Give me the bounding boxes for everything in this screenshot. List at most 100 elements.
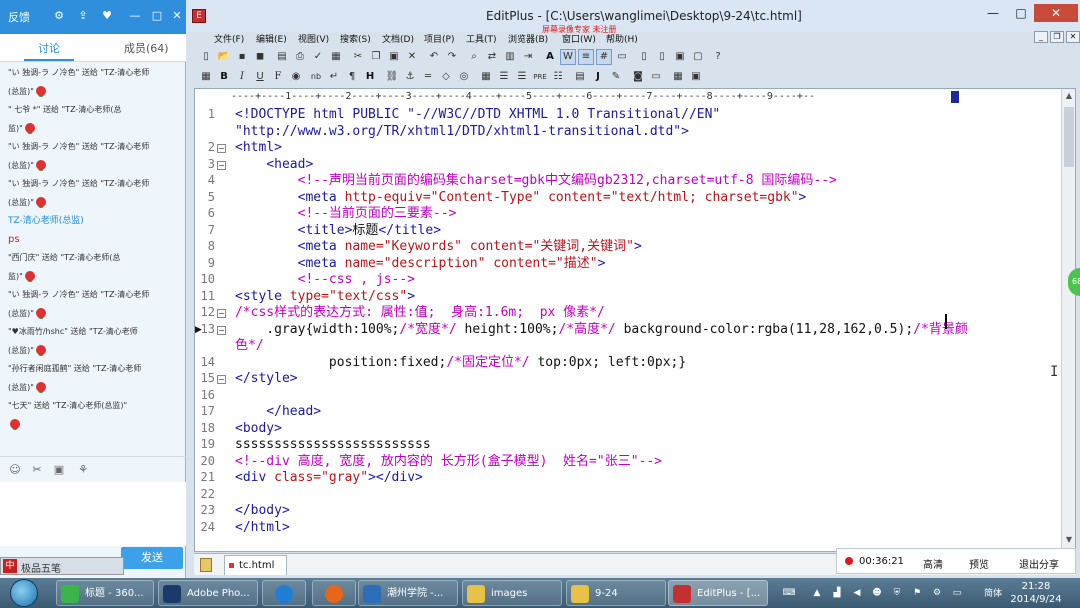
settings-icon[interactable]: ⚙ bbox=[930, 586, 944, 600]
taskbar-item[interactable]: Adobe Pho... bbox=[158, 580, 258, 606]
menu-edit[interactable]: 编辑(E) bbox=[256, 32, 287, 45]
code-line[interactable]: <!DOCTYPE html PUBLIC "-//W3C//DTD XHTML… bbox=[235, 107, 720, 123]
line-number-icon[interactable]: # bbox=[596, 49, 612, 65]
code-line[interactable]: /*css样式的表达方式: 属性:值; 身高:1.6m; px 像素*/ bbox=[235, 305, 605, 321]
code-line[interactable]: <html> bbox=[235, 140, 282, 156]
heading-icon[interactable]: H bbox=[362, 69, 378, 85]
code-line[interactable]: <style type="text/css"> bbox=[235, 289, 415, 305]
scissors-icon[interactable]: ✂ bbox=[30, 463, 44, 477]
code-line[interactable]: </style> bbox=[235, 371, 298, 387]
screen-icon[interactable]: ▭ bbox=[614, 49, 630, 65]
fold-toggle-icon[interactable]: − bbox=[217, 325, 226, 335]
br-icon[interactable]: ↵ bbox=[326, 69, 342, 85]
javascript-icon[interactable]: J bbox=[590, 69, 606, 85]
replace-icon[interactable]: ⇄ bbox=[484, 49, 500, 65]
script-icon[interactable]: ▭ bbox=[648, 69, 664, 85]
spellcheck-icon[interactable]: ✓ bbox=[310, 49, 326, 65]
toggle-view-icon[interactable]: ▣ bbox=[688, 69, 704, 85]
paste-icon[interactable]: ▣ bbox=[386, 49, 402, 65]
preview-button[interactable]: 预览 bbox=[969, 556, 989, 571]
fold-toggle-icon[interactable]: − bbox=[217, 160, 226, 170]
tab-members[interactable]: 成员(64) bbox=[124, 40, 169, 56]
hr-icon[interactable]: ═ bbox=[420, 69, 436, 85]
browser-preview-icon[interactable]: ◙ bbox=[630, 69, 646, 85]
list-icon[interactable]: ☷ bbox=[550, 69, 566, 85]
quality-button[interactable]: 高清 bbox=[923, 556, 943, 571]
menu-project[interactable]: 项目(P) bbox=[424, 32, 454, 45]
volume-icon[interactable]: ◀ bbox=[850, 586, 864, 600]
close-icon[interactable]: ✕ bbox=[170, 9, 184, 23]
maximize-icon[interactable]: □ bbox=[150, 9, 164, 23]
code-line[interactable]: <!--css , js--> bbox=[235, 272, 415, 288]
code-line[interactable]: </head> bbox=[235, 404, 321, 420]
taskbar-item[interactable] bbox=[262, 580, 306, 606]
close-icon[interactable]: ✕ bbox=[1034, 4, 1078, 22]
code-line[interactable]: <!--声明当前页面的编码集charset=gbk中文编码gb2312,char… bbox=[235, 173, 837, 189]
link-icon[interactable]: ⛓ bbox=[384, 69, 400, 85]
paragraph-icon[interactable]: ¶ bbox=[344, 69, 360, 85]
italic-icon[interactable]: I bbox=[234, 69, 250, 85]
print-preview-icon[interactable]: ▤ bbox=[274, 49, 290, 65]
scrollbar-thumb[interactable] bbox=[1064, 107, 1074, 167]
redo-icon[interactable]: ↷ bbox=[444, 49, 460, 65]
scroll-down-icon[interactable]: ▼ bbox=[1063, 535, 1075, 547]
tab-discussion[interactable]: 讨论 bbox=[38, 40, 60, 56]
directory-window-icon[interactable]: ▯ bbox=[636, 49, 652, 65]
code-line[interactable]: <meta name="Keywords" content="关键词,关键词"> bbox=[235, 239, 642, 255]
code-editor[interactable]: ----+----1----+----2----+----3----+----4… bbox=[194, 88, 1076, 552]
image-icon[interactable]: ▣ bbox=[52, 463, 66, 477]
cut-icon[interactable]: ✂ bbox=[350, 49, 366, 65]
flower-icon[interactable]: ⚘ bbox=[76, 463, 90, 477]
print-icon[interactable]: ⎙ bbox=[292, 49, 308, 65]
table-icon[interactable]: ▦ bbox=[478, 69, 494, 85]
vertical-scrollbar[interactable]: ▲ ▼ bbox=[1061, 89, 1075, 551]
bold-icon[interactable]: B bbox=[216, 69, 232, 85]
code-line[interactable]: position:fixed;/*固定定位*/ top:0px; left:0p… bbox=[235, 355, 686, 371]
heart-icon[interactable]: ♥ bbox=[100, 9, 114, 23]
find-icon[interactable]: ⌕ bbox=[466, 49, 482, 65]
code-line[interactable]: <title>标题</title> bbox=[235, 223, 441, 239]
menu-view[interactable]: 视图(V) bbox=[298, 32, 329, 45]
image-tag-icon[interactable]: ◎ bbox=[456, 69, 472, 85]
code-line[interactable]: <div class="gray"></div> bbox=[235, 470, 423, 486]
color-icon[interactable]: ◉ bbox=[288, 69, 304, 85]
save-icon[interactable]: ▪ bbox=[234, 49, 250, 65]
save-all-icon[interactable]: ◼ bbox=[252, 49, 268, 65]
new-file-icon[interactable]: ▯ bbox=[198, 49, 214, 65]
cliptext-window-icon[interactable]: ▯ bbox=[654, 49, 670, 65]
anchor-icon[interactable]: ⚓ bbox=[402, 69, 418, 85]
code-area[interactable]: <!DOCTYPE html PUBLIC "-//W3C//DTD XHTML… bbox=[231, 107, 1075, 551]
menu-search[interactable]: 搜索(S) bbox=[340, 32, 371, 45]
mdi-minimize-icon[interactable]: _ bbox=[1034, 31, 1048, 43]
code-line[interactable]: .gray{width:100%;/*宽度*/ height:100%;/*高度… bbox=[235, 322, 968, 338]
exit-share-button[interactable]: 退出分享 bbox=[1019, 556, 1059, 571]
find-files-icon[interactable]: ▥ bbox=[502, 49, 518, 65]
mdi-close-icon[interactable]: ✕ bbox=[1066, 31, 1080, 43]
minimize-icon[interactable]: — bbox=[980, 4, 1006, 22]
share-icon[interactable]: ⇪ bbox=[76, 9, 90, 23]
taskbar-item[interactable] bbox=[312, 580, 356, 606]
open-folder-icon[interactable]: 📂 bbox=[216, 49, 232, 65]
chat-message-list[interactable]: "い 独调-ラ ノ冷色" 送给 "TZ-清心老师 (总监)" " 七爷 *" 送给 … bbox=[0, 64, 186, 454]
fold-toggle-icon[interactable]: − bbox=[217, 375, 226, 384]
menu-file[interactable]: 文件(F) bbox=[214, 32, 244, 45]
pre-icon[interactable]: PRE bbox=[532, 69, 548, 85]
taskbar-item[interactable]: 标题 - 360... bbox=[56, 580, 154, 606]
tray-arrow-icon[interactable]: ▲ bbox=[810, 586, 824, 600]
shield-icon[interactable]: ⛨ bbox=[890, 586, 904, 600]
help-icon[interactable]: ? bbox=[710, 49, 726, 65]
flag-icon[interactable]: ⚑ bbox=[910, 586, 924, 600]
send-button[interactable]: 发送 bbox=[121, 547, 183, 569]
fold-toggle-icon[interactable]: − bbox=[217, 309, 226, 318]
fullscreen-icon[interactable]: ▢ bbox=[690, 49, 706, 65]
form-icon[interactable]: ▤ bbox=[572, 69, 588, 85]
mdi-restore-icon[interactable]: ❐ bbox=[1050, 31, 1064, 43]
copy-icon[interactable]: ❐ bbox=[368, 49, 384, 65]
ime-toolbar[interactable]: 中 极品五笔 bbox=[0, 557, 124, 575]
align-right-icon[interactable]: ☰ bbox=[514, 69, 530, 85]
fold-toggle-icon[interactable]: − bbox=[217, 144, 226, 153]
goto-icon[interactable]: ⇥ bbox=[520, 49, 536, 65]
align-center-icon[interactable]: ☰ bbox=[496, 69, 512, 85]
ruler-icon[interactable]: ≡ bbox=[578, 49, 594, 65]
output-window-icon[interactable]: ▣ bbox=[672, 49, 688, 65]
